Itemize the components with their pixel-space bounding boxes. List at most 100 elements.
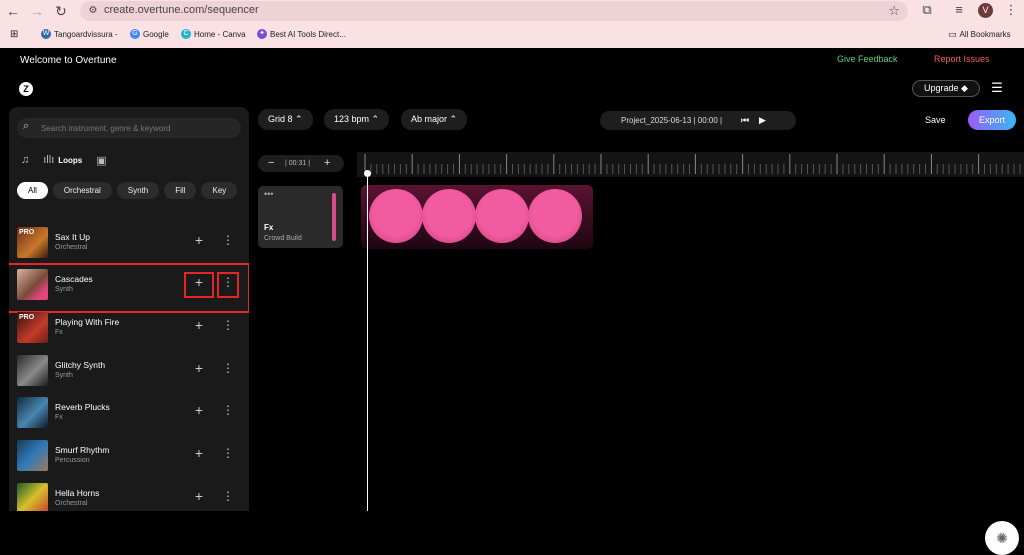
add-loop-icon[interactable]: + bbox=[192, 489, 206, 503]
list-item[interactable]: PRO Sax It Up Orchestral + ⋮ bbox=[9, 220, 249, 262]
loop-name: Playing With Fire bbox=[55, 317, 120, 327]
site-info-icon[interactable]: ⚙ bbox=[86, 4, 100, 18]
forward-icon[interactable]: → bbox=[28, 2, 46, 20]
bookmark-ai-tools[interactable]: ✦ Best AI Tools Direct... bbox=[257, 29, 346, 39]
loop-thumbnail bbox=[17, 355, 48, 386]
waveform-icon: ıllı bbox=[43, 154, 55, 166]
play-icon[interactable]: ▶ bbox=[759, 111, 766, 130]
wordpress-icon: W bbox=[41, 29, 51, 39]
skip-back-icon[interactable]: ⏮ bbox=[741, 111, 749, 130]
browser-chrome: ← → ↻ ⚙ create.overtune.com/sequencer ☆ … bbox=[0, 0, 1024, 48]
playhead-handle[interactable] bbox=[364, 170, 371, 177]
loop-thumbnail: PRO bbox=[17, 227, 48, 258]
add-loop-icon[interactable]: + bbox=[192, 233, 206, 247]
track-volume-slider[interactable] bbox=[332, 193, 336, 241]
media-controls-icon[interactable]: ≡ bbox=[950, 2, 968, 17]
add-loop-icon[interactable]: + bbox=[192, 446, 206, 460]
loop-thumbnail bbox=[17, 483, 48, 511]
list-item[interactable]: PRO Playing With Fire Fx + ⋮ bbox=[9, 305, 249, 347]
loop-genre: Fx bbox=[55, 414, 63, 421]
filter-all[interactable]: All bbox=[17, 182, 48, 199]
sample-file-icon: ▣ bbox=[96, 154, 107, 167]
loop-name: Sax It Up bbox=[55, 232, 90, 242]
list-item[interactable]: Cascades Synth + ⋮ bbox=[9, 262, 249, 313]
loop-genre: Fx bbox=[55, 329, 63, 336]
more-options-icon[interactable]: ⋮ bbox=[222, 489, 234, 503]
search-input[interactable] bbox=[41, 121, 231, 135]
clip-pattern-circle bbox=[475, 189, 529, 243]
tab-instruments[interactable]: ♫ bbox=[21, 154, 29, 166]
more-options-icon[interactable]: ⋮ bbox=[222, 233, 234, 247]
tab-samples[interactable]: ▣ bbox=[96, 154, 106, 167]
search-box: ⌕ bbox=[17, 118, 241, 138]
report-issues-link[interactable]: Report Issues bbox=[934, 54, 990, 64]
address-bar[interactable]: ⚙ create.overtune.com/sequencer ☆ bbox=[80, 1, 908, 21]
bookmark-label: Home - Canva bbox=[194, 29, 246, 39]
track-options-icon[interactable]: ••• bbox=[264, 189, 273, 199]
back-icon[interactable]: ← bbox=[4, 2, 22, 20]
list-item[interactable]: Reverb Plucks Fx + ⋮ bbox=[9, 390, 249, 432]
bookmark-label: Tangoardvissura - bbox=[54, 29, 118, 39]
bookmark-label: Best AI Tools Direct... bbox=[270, 29, 346, 39]
loop-name: Hella Horns bbox=[55, 488, 100, 498]
all-bookmarks[interactable]: ▭ All Bookmarks bbox=[948, 29, 1011, 40]
filter-synth[interactable]: Synth bbox=[116, 182, 160, 199]
transport-bar: Project_2025-06-13 | 00:00 | ⏮ ▶ bbox=[600, 111, 796, 130]
zoom-out-icon[interactable]: − bbox=[268, 155, 274, 172]
reload-icon[interactable]: ↻ bbox=[52, 2, 70, 20]
highlight-more-box bbox=[217, 272, 239, 298]
highlight-add-box bbox=[184, 272, 214, 298]
bookmark-tangoardvissura[interactable]: W Tangoardvissura - bbox=[41, 29, 118, 39]
more-options-icon[interactable]: ⋮ bbox=[222, 318, 234, 332]
loop-name: Glitchy Synth bbox=[55, 360, 106, 370]
tab-loops[interactable]: ıllı Loops bbox=[43, 154, 82, 166]
apps-grid-icon[interactable]: ⊞ bbox=[10, 29, 18, 40]
add-loop-icon[interactable]: + bbox=[192, 361, 206, 375]
loop-genre: Orchestral bbox=[55, 500, 88, 507]
all-bookmarks-label: All Bookmarks bbox=[959, 30, 1011, 39]
instrument-sidebar: ⌕ ♫ ıllı Loops ▣ All Orchestral Synth Fi… bbox=[9, 107, 249, 511]
url-text: create.overtune.com/sequencer bbox=[104, 4, 259, 16]
profile-avatar[interactable]: V bbox=[978, 3, 993, 18]
zoom-control: − | 00:31 | + bbox=[258, 155, 344, 172]
tab-loops-label: Loops bbox=[58, 155, 83, 165]
pro-badge: PRO bbox=[19, 229, 35, 236]
playhead-line[interactable] bbox=[367, 171, 368, 511]
more-options-icon[interactable]: ⋮ bbox=[222, 446, 234, 460]
loop-clip[interactable] bbox=[361, 185, 593, 249]
key-selector[interactable]: Ab major ⌃ bbox=[401, 109, 468, 130]
hamburger-menu-icon[interactable]: ☰ bbox=[990, 81, 1004, 95]
grid-selector[interactable]: Grid 8 ⌃ bbox=[258, 109, 313, 130]
track-header[interactable]: ••• Fx Crowd Build bbox=[258, 186, 343, 248]
more-options-icon[interactable]: ⋮ bbox=[222, 361, 234, 375]
list-item[interactable]: Glitchy Synth Synth + ⋮ bbox=[9, 348, 249, 390]
add-loop-icon[interactable]: + bbox=[192, 318, 206, 332]
track-name: Fx bbox=[264, 223, 274, 232]
zoom-in-icon[interactable]: + bbox=[324, 155, 330, 172]
export-button[interactable]: Export bbox=[968, 110, 1016, 130]
filter-fill[interactable]: Fill bbox=[164, 182, 197, 199]
filter-orchestral[interactable]: Orchestral bbox=[52, 182, 112, 199]
save-button[interactable]: Save bbox=[925, 115, 946, 125]
clip-pattern-circle bbox=[369, 189, 423, 243]
loop-thumbnail bbox=[17, 397, 48, 428]
bookmark-canva[interactable]: C Home - Canva bbox=[181, 29, 246, 39]
track-subtitle: Crowd Build bbox=[264, 235, 302, 242]
extensions-icon[interactable]: ⧉ bbox=[918, 2, 936, 18]
more-options-icon[interactable]: ⋮ bbox=[222, 403, 234, 417]
bookmark-google[interactable]: G Google bbox=[130, 29, 169, 39]
list-item[interactable]: Smurf Rhythm Percussion + ⋮ bbox=[9, 433, 249, 475]
list-item[interactable]: Hella Horns Orchestral + ⋮ bbox=[9, 476, 249, 511]
upgrade-button[interactable]: Upgrade ◆ bbox=[912, 80, 980, 97]
bookmark-star-icon[interactable]: ☆ bbox=[888, 3, 900, 19]
overtune-logo-icon[interactable]: Z bbox=[19, 82, 33, 96]
project-name: Project_2025-06-13 | 00:00 | bbox=[621, 116, 723, 125]
clip-pattern-circle bbox=[422, 189, 476, 243]
timeline-ruler[interactable] bbox=[357, 152, 1024, 177]
bpm-selector[interactable]: 123 bpm ⌃ bbox=[324, 109, 390, 130]
add-loop-icon[interactable]: + bbox=[192, 403, 206, 417]
music-note-icon: ♫ bbox=[21, 154, 30, 166]
filter-key[interactable]: Key bbox=[201, 182, 238, 199]
give-feedback-link[interactable]: Give Feedback bbox=[837, 54, 898, 64]
browser-menu-icon[interactable]: ⋮ bbox=[1002, 2, 1020, 18]
